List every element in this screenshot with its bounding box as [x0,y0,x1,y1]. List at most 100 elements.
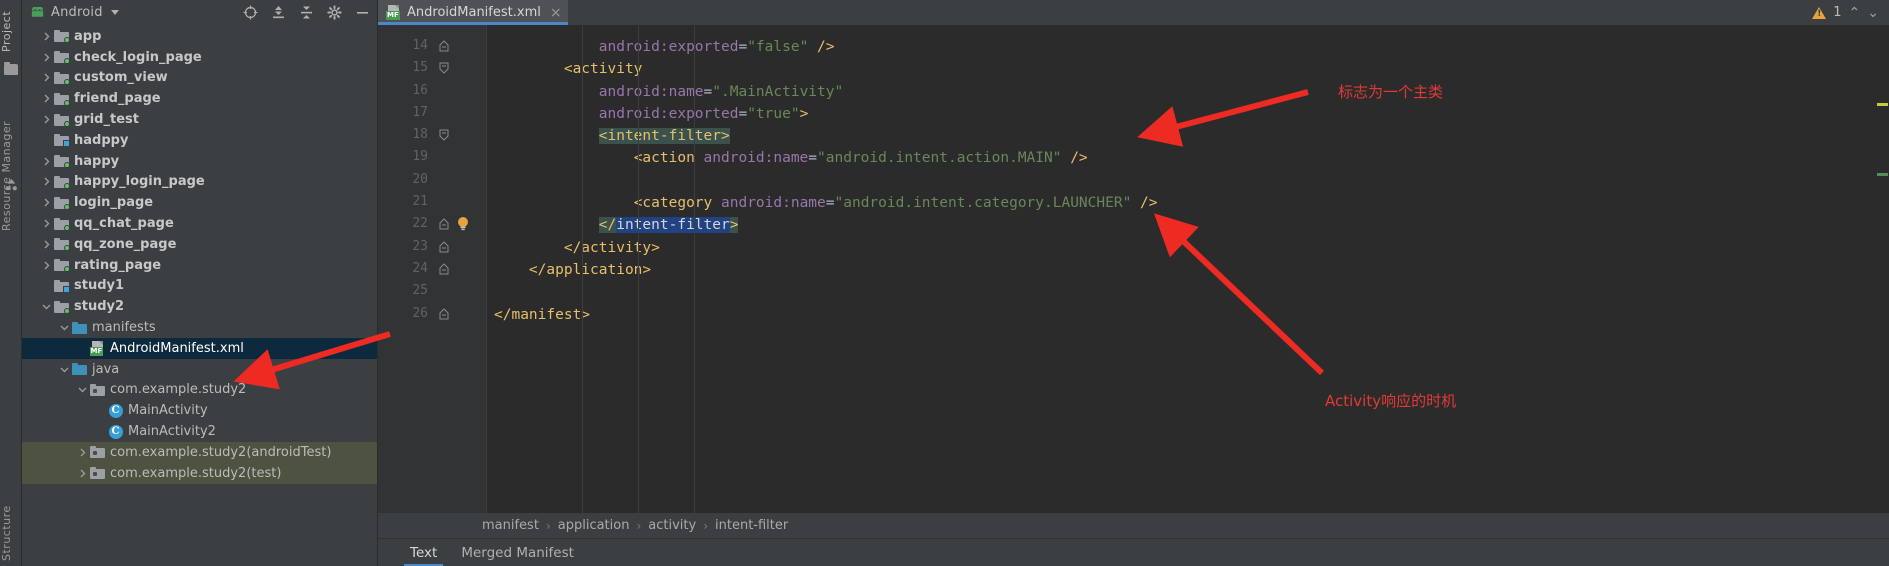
folder-icon[interactable] [4,62,18,76]
close-icon[interactable]: × [550,5,562,21]
tree-row-study2[interactable]: study2 [22,296,377,317]
tree-row-mainactivity2[interactable]: C MainActivity2 [22,421,377,442]
tree-row-rating-page[interactable]: rating_page [22,255,377,276]
tree-row-com-example-study2[interactable]: com.example.study2 (test) [22,462,377,484]
target-icon[interactable] [239,2,261,24]
chevron-right-icon[interactable] [76,469,89,478]
tree-row-qq-chat-page[interactable]: qq_chat_page [22,213,377,234]
line-number: 17 [412,104,428,120]
error-stripe-mark[interactable] [1877,103,1888,106]
tree-row-check-login-page[interactable]: check_login_page [22,47,377,68]
inspection-widget[interactable]: 1 ⌃ ⌄ [1812,0,1879,25]
project-tree[interactable]: app check_login_page custom_view friend_pag… [22,25,377,566]
error-stripe-mark[interactable] [1877,173,1888,176]
code-text[interactable]: android:exported="false" /> <activity an… [486,25,1875,513]
project-view-selector-label[interactable]: Android [51,5,103,20]
breadcrumb[interactable]: manifest › application › activity › intent-fil… [378,513,1889,538]
chevron-right-icon[interactable] [40,73,53,82]
expand-all-icon[interactable] [267,2,289,24]
android-robot-icon [31,7,44,17]
fold-end-icon[interactable] [438,218,450,230]
bottom-tab-text[interactable]: Text [398,539,449,566]
gutter-line[interactable]: 18 [386,125,486,147]
bottom-tab-merged-manifest[interactable]: Merged Manifest [449,539,586,566]
tool-tab-structure[interactable]: Structure [0,502,22,564]
tree-row-java[interactable]: java [22,359,377,380]
gutter-line[interactable]: 16 [386,81,486,103]
tree-row-qq-zone-page[interactable]: qq_zone_page [22,234,377,255]
minimize-icon[interactable] [351,2,373,24]
tree-row-hadppy[interactable]: hadppy [22,130,377,151]
breadcrumb-item-application[interactable]: application [558,518,630,533]
gutter-line[interactable]: 26 [386,304,486,326]
chevron-up-icon[interactable]: ⌃ [1849,6,1861,20]
fold-end-icon[interactable] [438,40,450,52]
gutter-line[interactable]: 25 [386,281,486,303]
chevron-down-icon[interactable] [110,10,119,15]
gutter-line[interactable]: 23 [386,237,486,259]
fold-end-icon[interactable] [438,240,450,253]
tree-row-happy[interactable]: happy [22,151,377,172]
collapse-all-icon[interactable] [295,2,317,24]
gutter-line[interactable]: 21 [386,192,486,214]
chevron-right-icon[interactable] [40,261,53,270]
fold-collapse-icon[interactable] [438,62,450,75]
chevron-right-icon[interactable] [40,240,53,249]
chevron-right-icon[interactable] [40,157,53,166]
chevron-right-icon[interactable] [40,219,53,228]
tree-row-com-example-study2[interactable]: com.example.study2 [22,380,377,401]
fold-end-icon[interactable] [438,307,450,320]
gutter-line[interactable]: 19 [386,147,486,169]
tree-row-custom-view[interactable]: custom_view [22,68,377,89]
tool-tab-project[interactable]: Project [0,2,22,60]
tree-row-friend-page[interactable]: friend_page [22,88,377,109]
line-number: 19 [412,149,428,165]
chevron-right-icon[interactable] [40,32,53,41]
chevron-down-icon[interactable] [58,365,71,374]
intention-bulb-icon[interactable] [456,216,470,231]
tree-row-study1[interactable]: study1 [22,276,377,297]
chevron-right-icon[interactable] [40,177,53,186]
tree-row-label: study2 [74,299,125,315]
chevron-right-icon[interactable] [40,198,53,207]
tree-row-app[interactable]: app [22,26,377,47]
chevron-right-icon[interactable] [40,115,53,124]
chevron-down-icon[interactable] [40,302,53,311]
tree-row-androidmanifest-xml[interactable]: MF AndroidManifest.xml [22,337,377,359]
fold-end-icon[interactable] [438,263,450,275]
gutter-line[interactable]: 14 [386,36,486,58]
chevron-down-icon[interactable] [76,385,89,394]
gear-icon[interactable] [323,2,345,24]
breadcrumb-item-manifest[interactable]: manifest [482,518,539,533]
chevron-down-icon[interactable]: ⌄ [1867,6,1879,20]
gutter-line[interactable]: 20 [386,170,486,192]
gutter-line[interactable]: 15 [386,58,486,80]
gutter-line[interactable]: 24 [386,259,486,281]
line-number-gutter[interactable]: 14 15 16 17 18 19 20 21 22 23 24 25 26 [386,25,486,513]
gutter-line[interactable]: 17 [386,103,486,125]
breadcrumb-item-intent-filter[interactable]: intent-filter [715,518,788,533]
breadcrumb-item-activity[interactable]: activity [648,518,696,533]
chevron-right-icon[interactable] [40,94,53,103]
error-stripe-gutter[interactable] [1875,25,1889,513]
fold-collapse-icon[interactable] [438,129,450,141]
editor-tab-androidmanifest[interactable]: MF AndroidManifest.xml × [378,0,568,25]
tree-row-manifests[interactable]: manifests [22,317,377,338]
chevron-right-icon[interactable] [76,448,89,457]
module-folder-icon [53,155,70,169]
tree-row-mainactivity[interactable]: C MainActivity [22,400,377,421]
structure-icon[interactable] [5,178,18,191]
chevron-down-icon[interactable] [58,323,71,332]
left-tool-strip: Project Resource Manager Structure [0,0,22,566]
tree-row-com-example-study2[interactable]: com.example.study2 (androidTest) [22,441,377,463]
tool-tab-resource-manager[interactable]: Resource Manager [0,120,22,232]
tree-row-login-page[interactable]: login_page [22,192,377,213]
tree-row-grid-test[interactable]: grid_test [22,109,377,130]
folder-icon [71,363,88,376]
chevron-right-icon[interactable] [40,53,53,62]
tree-row-happy-login-page[interactable]: happy_login_page [22,172,377,193]
gutter-line[interactable]: 22 [386,214,486,236]
